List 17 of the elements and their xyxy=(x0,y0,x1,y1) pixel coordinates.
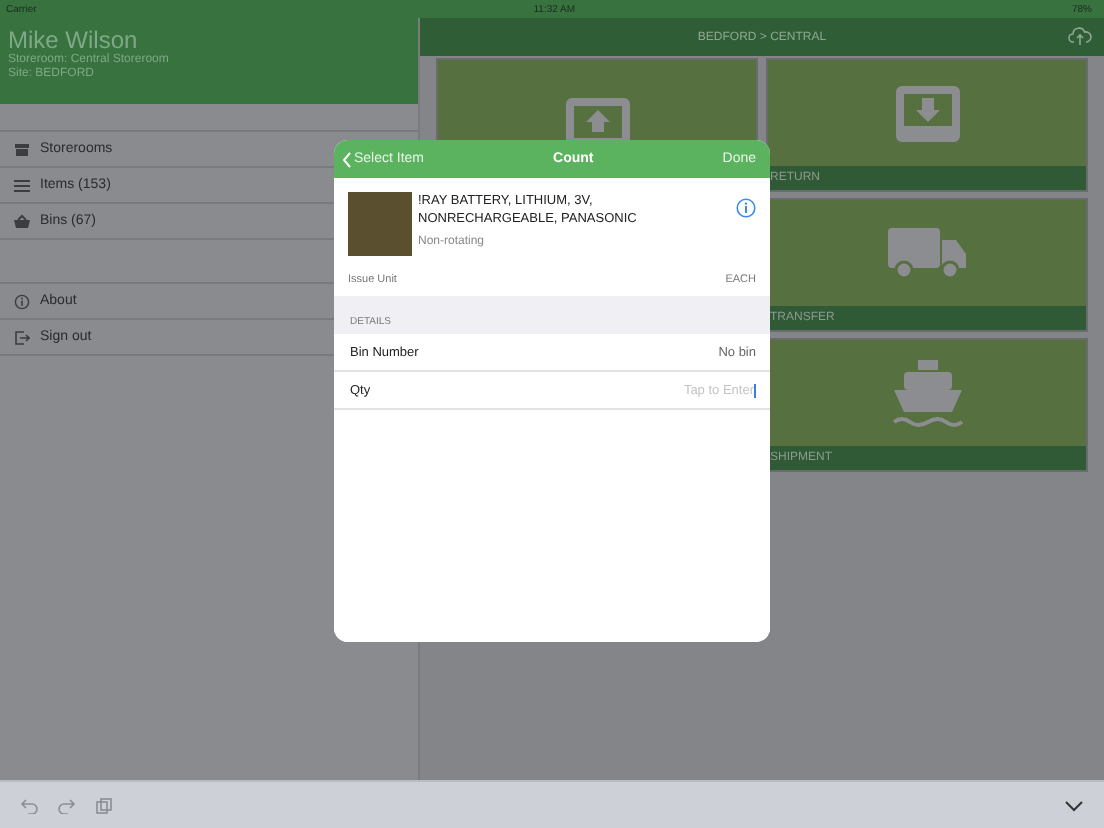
chevron-down-icon[interactable] xyxy=(1064,797,1084,813)
user-name: Mike Wilson xyxy=(8,26,138,54)
download-tray-icon xyxy=(893,83,961,143)
basket-icon xyxy=(14,213,30,229)
chevron-left-icon xyxy=(342,151,352,167)
storeroom-icon xyxy=(14,141,30,157)
cloud-upload-icon[interactable] xyxy=(1068,26,1092,46)
list-icon xyxy=(14,177,30,193)
truck-icon xyxy=(887,227,967,279)
sign-out-icon xyxy=(14,329,30,345)
info-icon xyxy=(14,293,30,309)
redo-icon[interactable] xyxy=(58,797,76,813)
photo-placeholder xyxy=(348,192,412,256)
undo-icon[interactable] xyxy=(20,797,38,813)
ship-icon xyxy=(891,359,963,427)
copy-icon[interactable] xyxy=(96,797,112,813)
info-icon[interactable] xyxy=(736,198,756,218)
